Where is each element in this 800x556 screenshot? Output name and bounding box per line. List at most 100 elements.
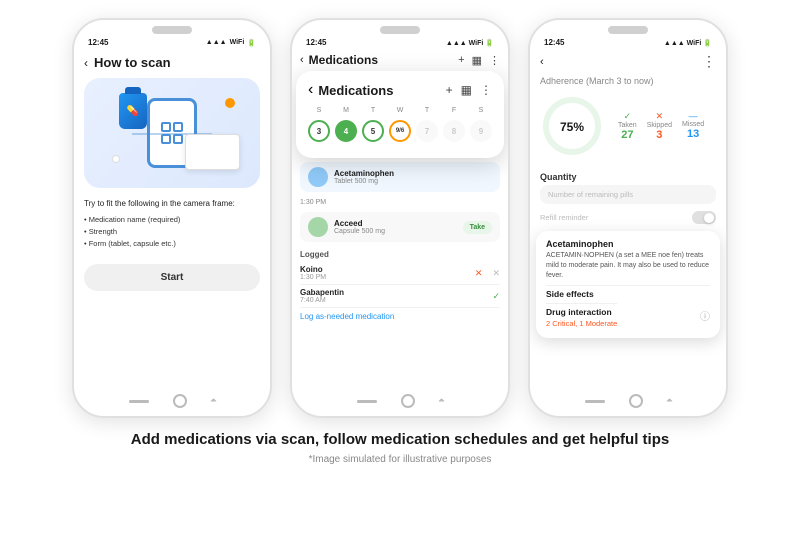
logged-item-1: Koino 1:30 PM ✕ ✕ [300, 262, 500, 285]
phone1-content: ‹ How to scan 💊 [74, 49, 270, 291]
take-button[interactable]: Take [463, 221, 492, 234]
side-effects-title: Side effects [546, 285, 710, 301]
day-5[interactable]: 5 [362, 120, 384, 142]
popup-text: ACETAMIN·NOPHEN (a set a MEE noe fen) tr… [546, 251, 710, 280]
day-6[interactable]: 9/6 [389, 120, 411, 142]
logged-info-2: Gabapentin 7:40 AM [300, 288, 344, 304]
home-bar-2 [357, 400, 377, 403]
day-9: 9 [470, 120, 492, 142]
more-icon-3[interactable]: ⋮ [702, 53, 716, 70]
below-card: Acetaminophen Tablet 500 mg 1:30 PM Acce… [300, 162, 500, 325]
phone3-bottom [530, 394, 726, 408]
status-bar-3: 12:45 ▲▲▲ WiFi 🔋 [530, 34, 726, 49]
medications-card: ‹ Medications + ▦ ⋮ S M T W T F S [296, 71, 504, 158]
pill-orange [225, 98, 235, 108]
back-btn-2 [437, 397, 444, 404]
instructions-title: Try to fit the following in the camera f… [84, 198, 260, 211]
scan-header: ‹ How to scan [84, 49, 260, 78]
start-button[interactable]: Start [84, 264, 260, 291]
home-bar-1 [129, 400, 149, 403]
phone2-bottom [292, 394, 508, 408]
taken-icon: ✓ [618, 111, 637, 122]
card-add-icon[interactable]: + [446, 83, 453, 97]
day-label-t2: T [416, 107, 438, 114]
day-label-f: F [443, 107, 465, 114]
days-labels-row: S M T W T F S [308, 107, 492, 114]
day-4[interactable]: 4 [335, 120, 357, 142]
drug-interaction-row: Drug interaction 2 Critical, 1 Moderate … [546, 301, 710, 330]
adherence-numbers: ✓ Taken 27 ✕ Skipped 3 — Missed 13 [618, 111, 704, 141]
med-info-2: Acceed Capsule 500 mg [334, 219, 385, 235]
pill-bottle-icon: 💊 [119, 93, 147, 129]
drug-interaction-title: Drug interaction [546, 303, 617, 319]
status-bar-1: 12:45 ▲▲▲ WiFi 🔋 [74, 34, 270, 49]
back-btn-3 [665, 397, 672, 404]
adh-header: ‹ ⋮ [540, 49, 716, 76]
scan-corner-icon [160, 121, 184, 145]
phone-adherence: 12:45 ▲▲▲ WiFi 🔋 ‹ ⋮ Adherence (March 3 … [528, 18, 728, 418]
caption-sub: *Image simulated for illustrative purpos… [20, 454, 780, 465]
inst-line-3: • Form (tablet, capsule etc.) [84, 238, 260, 250]
card-cal-icon[interactable]: ▦ [461, 83, 472, 97]
info-icon[interactable]: ⓘ [700, 308, 710, 323]
quantity-field[interactable]: Number of remaining pills [540, 185, 716, 204]
back-btn-1 [209, 397, 216, 404]
skipped-value: 3 [647, 129, 672, 141]
med-dose-1: Tablet 500 mg [334, 178, 394, 185]
scan-illustration: 💊 [84, 78, 260, 188]
refill-row: Refill reminder [540, 208, 716, 227]
phone1-bottom [74, 394, 270, 408]
card-icons: + ▦ ⋮ [446, 83, 492, 97]
back-arrow-2[interactable]: ‹ [300, 54, 304, 66]
logged-del-1[interactable]: ✕ [492, 268, 500, 279]
taken-value: 27 [618, 129, 637, 141]
card-more-icon[interactable]: ⋮ [480, 83, 492, 97]
logged-section: Logged Koino 1:30 PM ✕ ✕ Gabapentin 7:40… [300, 246, 500, 308]
more-icon-2[interactable]: ⋮ [489, 54, 500, 67]
calendar-icon[interactable]: ▦ [472, 54, 482, 67]
status-time-1: 12:45 [88, 38, 108, 47]
home-circle-3 [629, 394, 643, 408]
adherence-title: Adherence (March 3 to now) [540, 76, 716, 86]
refill-toggle[interactable] [692, 211, 716, 224]
as-needed-btn[interactable]: Log as-needed medication [300, 308, 500, 325]
med-name-1: Acetaminophen [334, 169, 394, 178]
status-bar-2: 12:45 ▲▲▲ WiFi 🔋 [292, 34, 508, 49]
logged-name-1: Koino [300, 265, 326, 274]
scan-card-icon [185, 134, 240, 170]
logged-check-2[interactable]: ✓ [492, 291, 500, 302]
days-circles-row: 3 4 5 9/6 7 8 9 [308, 120, 492, 142]
add-icon[interactable]: + [458, 54, 464, 67]
day-8: 8 [443, 120, 465, 142]
stat-missed: — Missed 13 [682, 111, 704, 141]
status-icons-3: ▲▲▲ WiFi 🔋 [664, 39, 712, 47]
med-icon-1 [308, 167, 328, 187]
med-dose-2: Capsule 500 mg [334, 228, 385, 235]
day-label-m: M [335, 107, 357, 114]
time-label: 1:30 PM [300, 196, 500, 208]
logged-x-1[interactable]: ✕ [475, 268, 483, 279]
scan-title: How to scan [94, 55, 171, 70]
scan-instructions: Try to fit the following in the camera f… [84, 198, 260, 250]
day-3[interactable]: 3 [308, 120, 330, 142]
day-7: 7 [416, 120, 438, 142]
float-card-header: ‹ Medications + ▦ ⋮ [308, 81, 492, 99]
phone-medications: 12:45 ▲▲▲ WiFi 🔋 ‹ Medications + ▦ ⋮ ‹ M… [290, 18, 510, 418]
logged-time-1: 1:30 PM [300, 274, 326, 281]
stat-taken: ✓ Taken 27 [618, 111, 637, 141]
phone-scan: 12:45 ▲▲▲ WiFi 🔋 ‹ How to scan 💊 [72, 18, 272, 418]
svg-text:75%: 75% [560, 120, 584, 134]
day-label-s1: S [308, 107, 330, 114]
back-arrow-1[interactable]: ‹ [84, 56, 88, 70]
missed-label: Missed [682, 121, 704, 128]
home-circle-1 [173, 394, 187, 408]
caption-section: Add medications via scan, follow medicat… [0, 418, 800, 469]
logged-title: Logged [300, 246, 500, 262]
home-circle-2 [401, 394, 415, 408]
drug-interaction-text: 2 Critical, 1 Moderate [546, 319, 617, 328]
day-label-w: W [389, 107, 411, 114]
status-icons-2: ▲▲▲ WiFi 🔋 [446, 39, 494, 47]
med-header: ‹ Medications + ▦ ⋮ [300, 49, 500, 71]
back-arrow-3[interactable]: ‹ [540, 56, 544, 68]
card-back[interactable]: ‹ [308, 81, 313, 99]
